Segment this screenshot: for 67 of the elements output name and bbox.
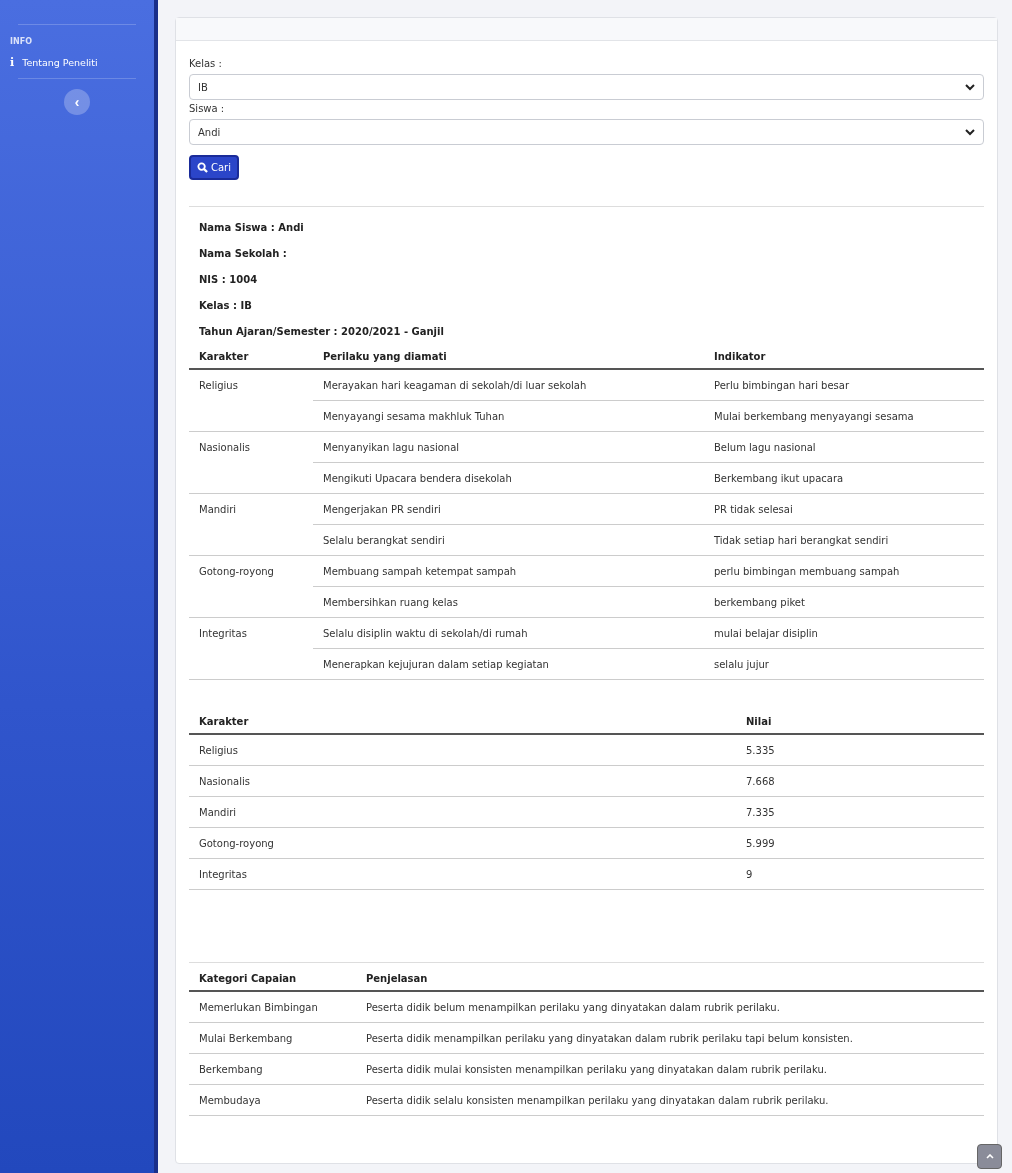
table-cell: Religius <box>189 734 736 766</box>
table-cell: Integritas <box>189 858 736 890</box>
sidebar-item[interactable]: i Tentang Peneliti <box>10 56 144 69</box>
table-cell: Nasionalis <box>189 765 736 797</box>
select-field[interactable]: Andi <box>189 119 984 145</box>
table-cell: 7.335 <box>736 796 984 828</box>
sidebar-heading: INFO <box>10 37 33 46</box>
chevron-down-icon <box>965 83 975 91</box>
table-cell: 7.668 <box>736 765 984 797</box>
field-label: Siswa : <box>189 103 226 114</box>
table-cell: Religius <box>189 369 313 432</box>
table-cell: 9 <box>736 858 984 890</box>
table-cell: 5.335 <box>736 734 984 766</box>
table-cell: Selalu berangkat sendiri <box>313 524 704 556</box>
table-header: Indikator <box>704 345 984 369</box>
table-cell: Berkembang ikut upacara <box>704 462 984 494</box>
table-cell: Menyayangi sesama makhluk Tuhan <box>313 400 704 432</box>
table-cell: Membersihkan ruang kelas <box>313 586 704 618</box>
table-cell: 5.999 <box>736 827 984 859</box>
table-cell: selalu jujur <box>704 648 984 680</box>
search-icon <box>197 162 208 173</box>
table-cell: PR tidak selesai <box>704 493 984 525</box>
info-text: Tahun Ajaran/Semester : 2020/2021 - Ganjil <box>198 325 445 339</box>
table-cell: Gotong-royong <box>189 827 736 859</box>
table-cell: Membuang sampah ketempat sampah <box>313 555 704 587</box>
table-cell: Tidak setiap hari berangkat sendiri <box>704 524 984 556</box>
table-cell: Mandiri <box>189 796 736 828</box>
table-cell: Memerlukan Bimbingan <box>189 991 356 1023</box>
table-cell: Merayakan hari keagaman di sekolah/di luar sekolah <box>313 369 704 401</box>
table-cell: Berkembang <box>189 1053 356 1085</box>
table-cell: Belum lagu nasional <box>704 431 984 463</box>
table-header: Nilai <box>736 710 984 734</box>
table-cell: Menerapkan kejujuran dalam setiap kegiatan <box>313 648 704 680</box>
table-cell: Peserta didik menampilkan perilaku yang dinyatakan dalam rubrik perilaku tapi belum konsisten. <box>356 1022 984 1054</box>
table-header: Penjelasan <box>356 962 984 991</box>
info-text: NIS : 1004 <box>198 273 259 287</box>
table-cell: Nasionalis <box>189 431 313 494</box>
info-text: Nama Siswa : Andi <box>198 221 305 235</box>
table-cell: Peserta didik selalu konsisten menampilkan perilaku yang dinyatakan dalam rubrik perilaku. <box>356 1084 984 1116</box>
table-header: Karakter <box>189 710 736 734</box>
table-cell: Mulai berkembang menyayangi sesama <box>704 400 984 432</box>
info-text: Nama Sekolah : <box>198 247 288 261</box>
table-cell: Menyanyikan lagu nasional <box>313 431 704 463</box>
table-cell: Gotong-royong <box>189 555 313 618</box>
table-cell: Selalu disiplin waktu di sekolah/di rumah <box>313 617 704 649</box>
chevron-up-icon <box>985 1154 994 1159</box>
table-header: Perilaku yang diamati <box>313 345 704 369</box>
table-cell: Perlu bimbingan hari besar <box>704 369 984 401</box>
table-header: Karakter <box>189 345 313 369</box>
info-text: Kelas : IB <box>198 299 253 313</box>
select-field[interactable]: IB <box>189 74 984 100</box>
table-cell: Mulai Berkembang <box>189 1022 356 1054</box>
table-cell: Integritas <box>189 617 313 680</box>
field-label: Kelas : <box>189 58 223 69</box>
chevron-down-icon <box>965 128 975 136</box>
scroll-to-top-button[interactable] <box>977 1144 1002 1169</box>
table-cell: Peserta didik belum menampilkan perilaku yang dinyatakan dalam rubrik perilaku. <box>356 991 984 1023</box>
table-cell: Mandiri <box>189 493 313 556</box>
search-button[interactable]: Cari <box>189 155 239 180</box>
table-cell: Peserta didik mulai konsisten menampilkan perilaku yang dinyatakan dalam rubrik perilaku. <box>356 1053 984 1085</box>
table-cell: Mengikuti Upacara bendera disekolah <box>313 462 704 494</box>
table-header: Kategori Capaian <box>189 962 356 991</box>
table-cell: berkembang piket <box>704 586 984 618</box>
table-cell: mulai belajar disiplin <box>704 617 984 649</box>
table-cell: Membudaya <box>189 1084 356 1116</box>
table-cell: Mengerjakan PR sendiri <box>313 493 704 525</box>
table-cell: perlu bimbingan membuang sampah <box>704 555 984 587</box>
